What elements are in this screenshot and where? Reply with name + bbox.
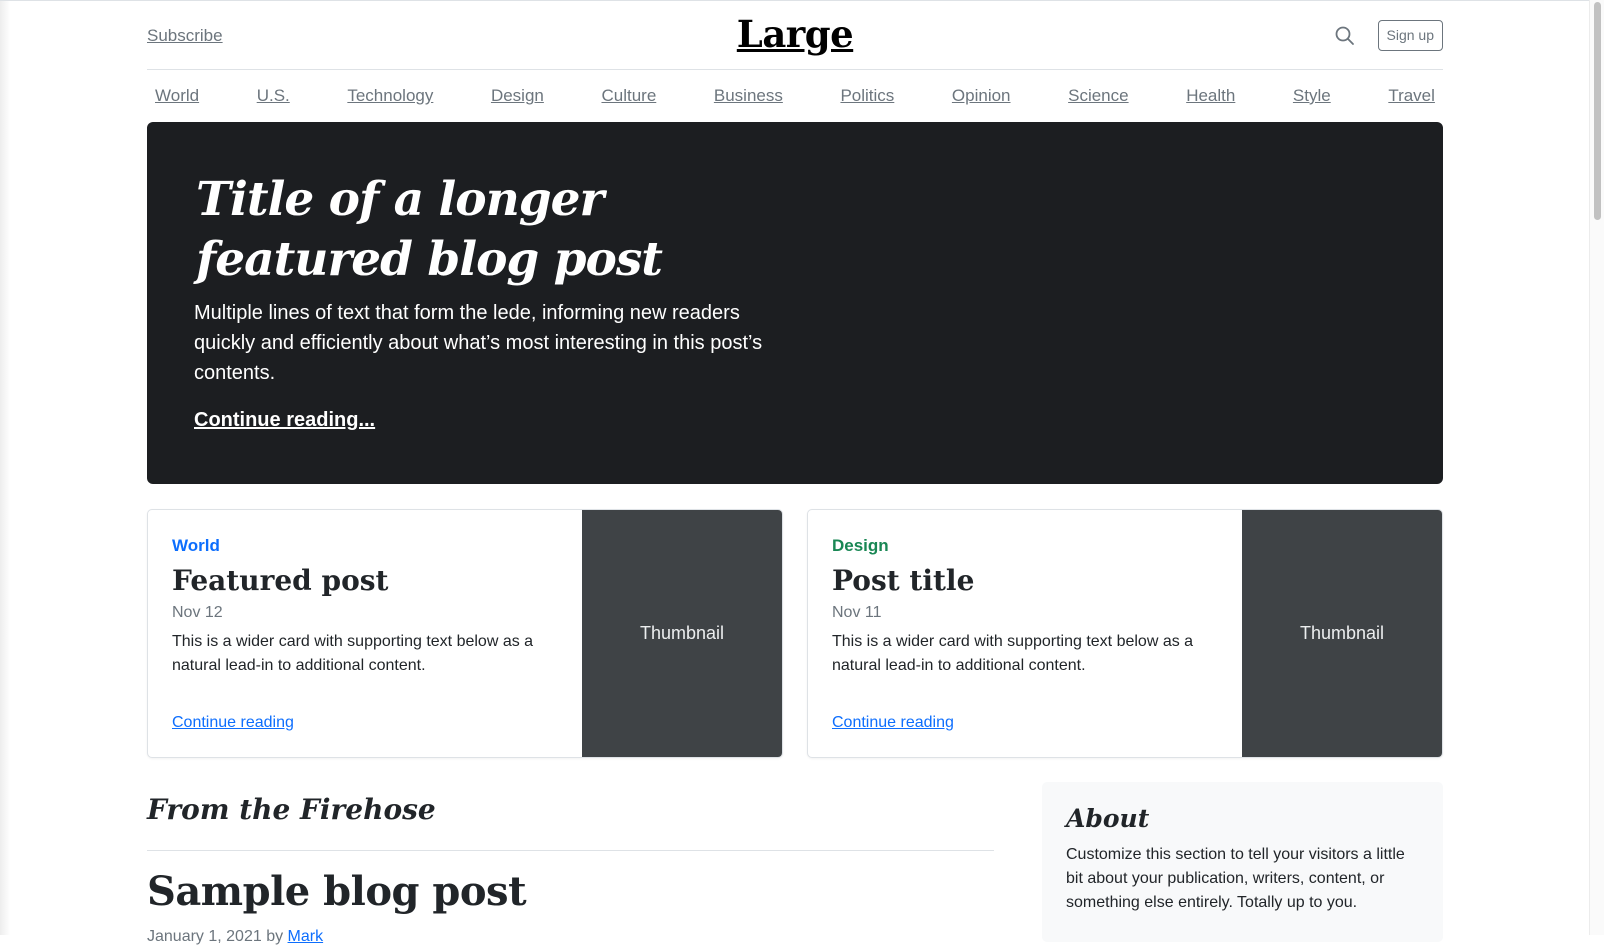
card-category: Design	[832, 536, 889, 555]
nav-item-health[interactable]: Health	[1186, 86, 1235, 106]
post-card: Design Post title Nov 11 This is a wider…	[807, 509, 1443, 758]
signup-button[interactable]: Sign up	[1377, 20, 1443, 51]
post-title: Sample blog post	[147, 868, 527, 915]
scrollbar-thumb[interactable]	[1594, 2, 1601, 220]
card-date: Nov 11	[832, 604, 882, 621]
featured-hero: Title of a longer featured blog post Mul…	[147, 122, 1443, 484]
card-category: World	[172, 536, 220, 555]
search-icon[interactable]	[1334, 25, 1356, 47]
nav-item-technology[interactable]: Technology	[347, 86, 433, 106]
page-container: Subscribe Large Sign up World U.S. Techn…	[147, 0, 1443, 945]
scrollbar[interactable]	[1589, 0, 1604, 935]
category-nav: World U.S. Technology Design Culture Bus…	[147, 70, 1443, 122]
header-actions: Sign up	[1334, 20, 1443, 51]
nav-item-business[interactable]: Business	[714, 86, 783, 106]
hero-continue-reading-link[interactable]: Continue reading...	[194, 409, 375, 432]
site-logo[interactable]: Large	[147, 12, 1443, 56]
card-continue-reading-link[interactable]: Continue reading	[172, 714, 294, 732]
page-edge-shadow	[0, 0, 10, 935]
nav-item-travel[interactable]: Travel	[1388, 86, 1435, 106]
card-title: Post title	[832, 564, 975, 597]
nav-item-science[interactable]: Science	[1068, 86, 1128, 106]
hero-lede: Multiple lines of text that form the led…	[194, 302, 763, 384]
post-author-link[interactable]: Mark	[288, 928, 324, 945]
card-text: This is a wider card with supporting tex…	[832, 633, 1194, 674]
nav-item-us[interactable]: U.S.	[257, 86, 290, 106]
card-thumbnail: Thumbnail	[582, 510, 782, 757]
card-date: Nov 12	[172, 604, 223, 621]
nav-item-opinion[interactable]: Opinion	[952, 86, 1011, 106]
featured-cards: World Featured post Nov 12 This is a wid…	[147, 509, 1443, 758]
about-text: Customize this section to tell your visi…	[1066, 846, 1405, 911]
card-continue-reading-link[interactable]: Continue reading	[832, 714, 954, 732]
nav-item-style[interactable]: Style	[1293, 86, 1331, 106]
nav-item-design[interactable]: Design	[491, 86, 544, 106]
nav-item-politics[interactable]: Politics	[840, 86, 894, 106]
nav-item-world[interactable]: World	[155, 86, 199, 106]
post-meta: January 1, 2021 by Mark	[147, 928, 323, 946]
card-title: Featured post	[172, 564, 389, 597]
hero-title: Title of a longer featured blog post	[196, 172, 663, 287]
blog-header: Subscribe Large Sign up	[147, 0, 1443, 70]
about-box: About Customize this section to tell you…	[1042, 782, 1443, 942]
thumbnail-label: Thumbnail	[639, 623, 725, 643]
section-heading: From the Firehose	[147, 790, 994, 851]
post-date: January 1, 2021 by	[147, 928, 284, 945]
thumbnail-label: Thumbnail	[1299, 623, 1385, 643]
card-thumbnail: Thumbnail	[1242, 510, 1442, 757]
nav-item-culture[interactable]: Culture	[601, 86, 656, 106]
featured-card: World Featured post Nov 12 This is a wid…	[147, 509, 783, 758]
about-title: About	[1066, 804, 1150, 833]
card-text: This is a wider card with supporting tex…	[172, 633, 534, 674]
